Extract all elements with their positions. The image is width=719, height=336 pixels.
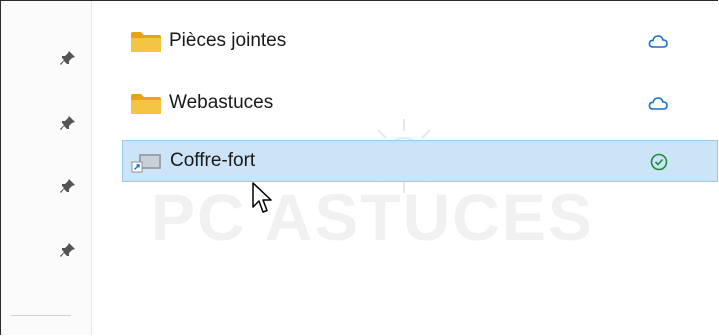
list-item[interactable]: Webastuces (122, 83, 718, 125)
file-name: Coffre-fort (170, 150, 256, 171)
nav-divider (11, 315, 71, 316)
pin-icon[interactable] (59, 177, 77, 195)
folder-icon (130, 93, 162, 115)
file-name: Webastuces (169, 92, 274, 113)
cloud-icon (648, 32, 668, 52)
cloud-icon (648, 94, 668, 114)
shortcut-icon (131, 151, 163, 173)
navigation-pane (1, 1, 92, 335)
mouse-cursor-icon (252, 182, 272, 213)
file-explorer-window: PC ASTUCES Pièces jointes Webastuces Cof… (0, 0, 718, 335)
list-item[interactable]: Pièces jointes (122, 21, 718, 63)
watermark-text: PC ASTUCES (151, 180, 594, 254)
pin-icon[interactable] (59, 114, 77, 132)
pin-icon[interactable] (59, 241, 77, 259)
pin-icon[interactable] (59, 49, 77, 67)
folder-icon (130, 31, 162, 53)
file-name: Pièces jointes (169, 30, 287, 51)
list-item-selected[interactable]: Coffre-fort (122, 140, 718, 182)
synced-check-icon (649, 152, 669, 172)
